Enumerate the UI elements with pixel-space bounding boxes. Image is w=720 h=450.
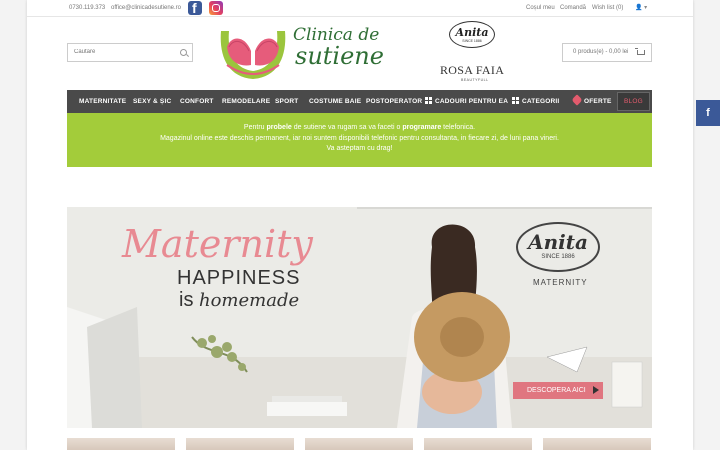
anita-since: SINCE 1886 bbox=[462, 39, 482, 43]
product-thumbnail[interactable] bbox=[67, 438, 175, 450]
product-thumbnail[interactable] bbox=[543, 438, 651, 450]
notice-line-1: Pentru probele de sutiene va rugam sa va… bbox=[67, 123, 652, 134]
email-address[interactable]: office@clinicadesutiene.ro bbox=[111, 5, 181, 11]
nav-item-costume-baie[interactable]: COSTUME BAIE bbox=[309, 90, 361, 113]
search-input[interactable] bbox=[74, 49, 174, 55]
cart-icon bbox=[635, 48, 645, 55]
anita-name: Anita bbox=[455, 26, 489, 39]
rosa-faia-tagline: BEAUTYFULL bbox=[461, 78, 489, 82]
cart-button[interactable]: 0 produs(e) - 0,00 lei bbox=[562, 43, 652, 62]
product-thumbnail[interactable] bbox=[305, 438, 413, 450]
hero-banner[interactable]: Maternity HAPPINESS is homemade Anita SI… bbox=[67, 207, 652, 428]
nav-item-remodelare[interactable]: REMODELARE bbox=[222, 90, 270, 113]
notice-bold: probele bbox=[266, 124, 292, 131]
nav-item-postoperator[interactable]: POSTOPERATOR bbox=[366, 90, 422, 113]
logo-line-2: sutiene bbox=[295, 42, 384, 70]
user-menu-icon[interactable]: 👤 ▾ bbox=[635, 4, 647, 11]
categories-grid-icon bbox=[512, 97, 519, 104]
nav-item-oferte[interactable]: OFERTE bbox=[571, 90, 612, 113]
discover-button-label: DESCOPERA AICI bbox=[527, 387, 586, 394]
page-container: 0730.119.373 office@clinicadesutiene.ro … bbox=[27, 0, 693, 450]
notice-text: telefonica. bbox=[441, 124, 476, 131]
hero-anita-since: SINCE 1886 bbox=[541, 254, 575, 260]
product-thumbnail[interactable] bbox=[186, 438, 294, 450]
facebook-share-icon[interactable]: f bbox=[696, 100, 720, 126]
main-navigation: MATERNITATE SEXY & ȘIC CONFORT REMODELAR… bbox=[67, 90, 652, 113]
discover-button[interactable]: DESCOPERA AICI bbox=[513, 382, 603, 399]
notice-line-2: Magazinul online este deschis permanent,… bbox=[160, 134, 559, 142]
nav-categorii-label: CATEGORII bbox=[522, 98, 560, 105]
nav-item-blog[interactable]: BLOG bbox=[617, 92, 650, 111]
notice-line-3: Va asteptam cu drag! bbox=[326, 145, 393, 152]
hero-anita-logo: Anita SINCE 1886 bbox=[516, 222, 600, 272]
instagram-icon[interactable] bbox=[209, 1, 223, 15]
anita-brand-logo[interactable]: Anita SINCE 1886 bbox=[449, 21, 495, 48]
search-icon[interactable] bbox=[180, 49, 187, 56]
my-cart-link[interactable]: Coșul meu bbox=[526, 5, 555, 11]
nav-item-sport[interactable]: SPORT bbox=[275, 90, 298, 113]
notice-text: de sutiene va rugam sa va faceti o bbox=[291, 124, 403, 131]
nav-cadouri-label: CADOURI PENTRU EA bbox=[435, 98, 509, 105]
hero-anita-name: Anita bbox=[528, 230, 588, 254]
hero-happiness: HAPPINESS bbox=[177, 267, 301, 289]
hero-maternity-label: MATERNITY bbox=[533, 278, 588, 287]
hero-is: is bbox=[179, 289, 199, 311]
nav-item-categorii[interactable]: CATEGORII bbox=[512, 90, 559, 113]
notice-text: Pentru bbox=[243, 124, 267, 131]
gift-grid-icon bbox=[425, 97, 432, 104]
hero-homemade-word: homemade bbox=[199, 290, 300, 311]
notice-bold: programare bbox=[402, 124, 442, 131]
phone-number[interactable]: 0730.119.373 bbox=[69, 5, 105, 11]
nav-oferte-label: OFERTE bbox=[584, 98, 612, 105]
wishlist-link[interactable]: Wish list (0) bbox=[592, 5, 623, 11]
search-box[interactable] bbox=[67, 43, 193, 62]
checkout-link[interactable]: Comandă bbox=[560, 5, 586, 11]
nav-item-sexy-sic[interactable]: SEXY & ȘIC bbox=[133, 90, 171, 113]
hero-homemade: is homemade bbox=[179, 289, 299, 312]
nav-item-cadouri[interactable]: CADOURI PENTRU EA bbox=[425, 90, 508, 113]
site-logo-text[interactable]: Clinica de sutiene bbox=[293, 27, 384, 70]
bra-logo-icon[interactable] bbox=[217, 25, 289, 83]
nav-item-maternitate[interactable]: MATERNITATE bbox=[79, 90, 126, 113]
tag-icon bbox=[571, 94, 583, 106]
cart-summary: 0 produs(e) - 0,00 lei bbox=[573, 49, 629, 55]
nav-item-confort[interactable]: CONFORT bbox=[180, 90, 214, 113]
hero-title: Maternity bbox=[122, 222, 313, 266]
product-thumbnail[interactable] bbox=[424, 438, 532, 450]
facebook-icon[interactable]: f bbox=[188, 0, 202, 16]
appointment-notice: Pentru probele de sutiene va rugam sa va… bbox=[67, 113, 652, 167]
rosa-faia-logo[interactable]: ROSA FAIA bbox=[440, 63, 504, 78]
top-bar: 0730.119.373 office@clinicadesutiene.ro … bbox=[27, 0, 693, 17]
play-arrow-icon bbox=[593, 386, 599, 394]
